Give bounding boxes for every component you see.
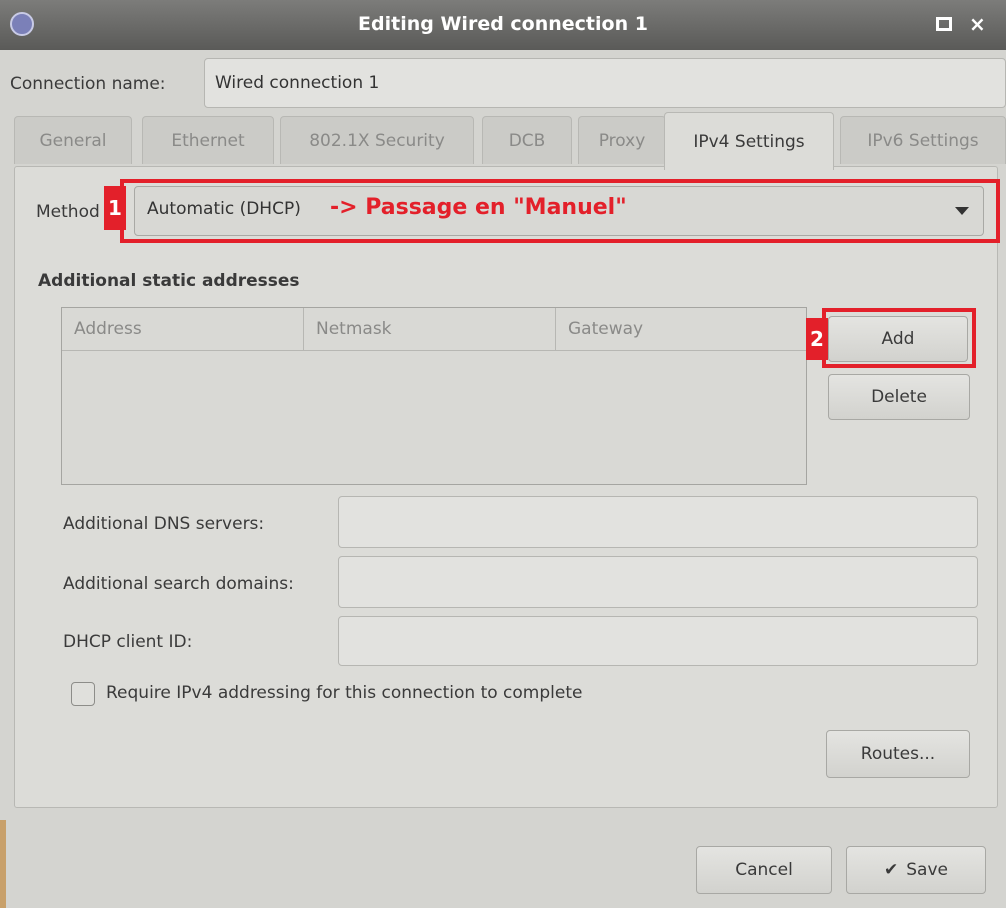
save-button[interactable]: ✔ Save [846, 846, 986, 894]
search-domains-label: Additional search domains: [63, 574, 294, 594]
ipv4-settings-panel [14, 166, 998, 808]
desk-background-edge [0, 820, 6, 908]
static-addresses-heading: Additional static addresses [38, 271, 300, 291]
title-bar: Editing Wired connection 1 × [0, 0, 1006, 50]
tab-ipv4-settings[interactable]: IPv4 Settings [664, 112, 834, 170]
connection-name-input[interactable]: Wired connection 1 [204, 58, 1006, 108]
cancel-button[interactable]: Cancel [696, 846, 832, 894]
dhcp-client-id-label: DHCP client ID: [63, 632, 193, 652]
tab-general[interactable]: General [14, 116, 132, 164]
checkmark-icon: ✔ [884, 860, 899, 880]
close-icon[interactable]: × [969, 12, 986, 36]
tab-bar: General Ethernet 802.1X Security DCB Pro… [14, 112, 1006, 170]
annotation-marker-2: 2 [806, 318, 828, 360]
require-ipv4-checkbox[interactable] [71, 682, 95, 706]
static-addresses-table[interactable]: Address Netmask Gateway [61, 307, 807, 485]
annotation-marker-1: 1 [104, 186, 126, 230]
table-header: Address Netmask Gateway [62, 308, 806, 351]
routes-button[interactable]: Routes... [826, 730, 970, 778]
column-gateway[interactable]: Gateway [556, 308, 806, 350]
annotation-box-1 [120, 179, 1000, 243]
column-netmask[interactable]: Netmask [304, 308, 556, 350]
dns-servers-input[interactable] [338, 496, 978, 548]
connection-name-label: Connection name: [10, 74, 166, 94]
annotation-box-2 [822, 308, 976, 368]
dhcp-client-id-input[interactable] [338, 616, 978, 666]
column-address[interactable]: Address [62, 308, 304, 350]
tab-dcb[interactable]: DCB [482, 116, 572, 164]
dns-servers-label: Additional DNS servers: [63, 514, 265, 534]
tab-proxy[interactable]: Proxy [578, 116, 666, 164]
window-title: Editing Wired connection 1 [358, 13, 648, 35]
tab-ipv6-settings[interactable]: IPv6 Settings [840, 116, 1006, 164]
tab-8021x-security[interactable]: 802.1X Security [280, 116, 474, 164]
maximize-icon[interactable] [936, 17, 952, 31]
require-ipv4-label[interactable]: Require IPv4 addressing for this connect… [106, 683, 582, 703]
method-label: Method [36, 202, 100, 222]
delete-button[interactable]: Delete [828, 374, 970, 420]
tab-ethernet[interactable]: Ethernet [142, 116, 274, 164]
search-domains-input[interactable] [338, 556, 978, 608]
save-button-label: Save [906, 860, 948, 880]
